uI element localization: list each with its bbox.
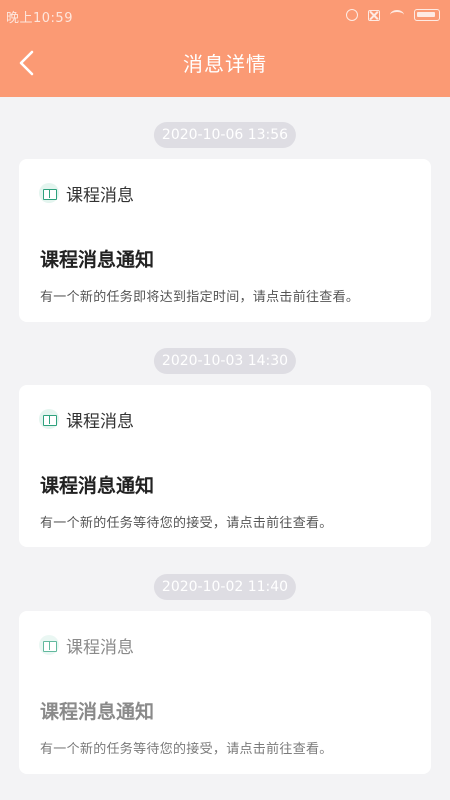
message-card[interactable]: 课程消息 课程消息通知 有一个新的任务即将达到指定时间，请点击前往查看。 [19,159,431,322]
alarm-icon [346,9,358,21]
card-header: 课程消息 [39,405,134,433]
book-icon [39,635,59,655]
status-time: 晚上10:59 [6,11,73,26]
message-card[interactable]: 课程消息 课程消息通知 有一个新的任务等待您的接受，请点击前往查看。 [19,385,431,547]
message-title: 课程消息通知 [40,249,155,271]
book-icon [39,409,59,429]
timestamp-badge: 2020-10-02 11:40 [153,574,297,600]
message-body: 有一个新的任务即将达到指定时间，请点击前往查看。 [40,290,360,305]
card-header: 课程消息 [39,631,134,659]
message-title: 课程消息通知 [40,701,155,723]
status-icons [346,6,440,24]
status-bar: 晚上10:59 [0,0,450,30]
app-header: 晚上10:59 消息详情 [0,0,450,97]
page-title: 消息详情 [183,52,267,76]
message-title: 课程消息通知 [40,475,155,497]
book-icon [39,183,59,203]
message-body: 有一个新的任务等待您的接受，请点击前往查看。 [40,742,333,757]
message-category: 课程消息 [66,637,134,658]
message-category: 课程消息 [66,411,134,432]
no-sim-icon [368,9,380,21]
card-header: 课程消息 [39,179,134,207]
battery-icon [414,9,440,21]
timestamp-badge: 2020-10-03 14:30 [153,348,297,374]
message-body: 有一个新的任务等待您的接受，请点击前往查看。 [40,516,333,531]
timestamp-badge: 2020-10-06 13:56 [153,122,297,148]
message-category: 课程消息 [66,185,134,206]
wifi-icon [390,10,404,20]
message-card[interactable]: 课程消息 课程消息通知 有一个新的任务等待您的接受，请点击前往查看。 [19,611,431,774]
